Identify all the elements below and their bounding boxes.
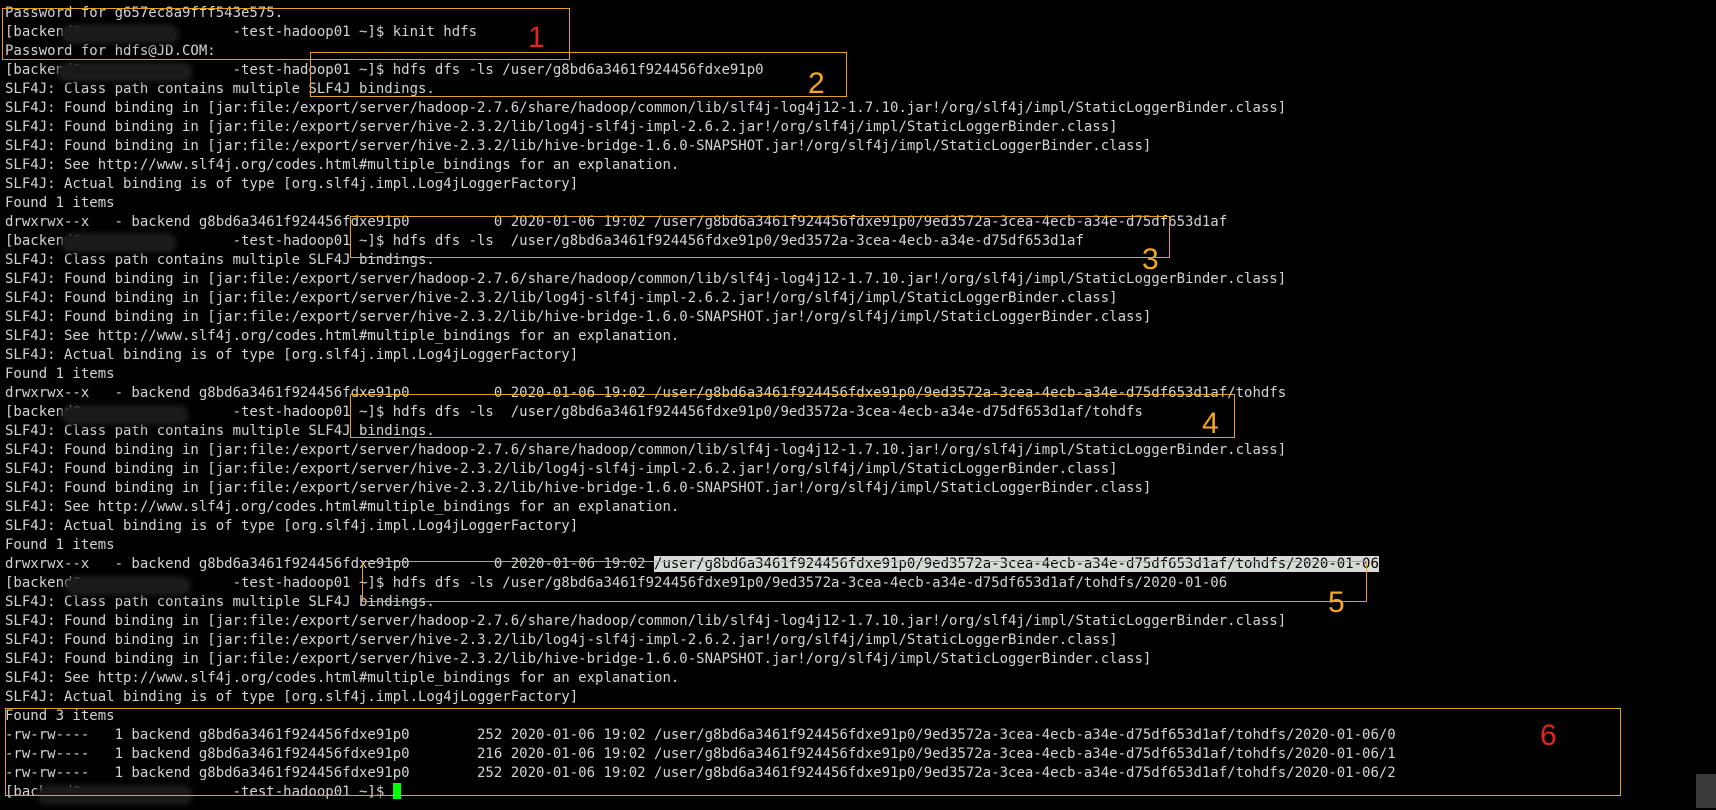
- terminal-line-text: Found 1 items: [5, 195, 115, 211]
- annotation-box-6: [5, 708, 1621, 796]
- terminal-line: SLF4J: Found binding in [jar:file:/expor…: [5, 612, 1396, 631]
- terminal-line-text: SLF4J: Found binding in [jar:file:/expor…: [5, 651, 1152, 667]
- terminal-line: SLF4J: Found binding in [jar:file:/expor…: [5, 460, 1396, 479]
- redaction-blur: [60, 65, 190, 79]
- terminal-line-text: SLF4J: Found binding in [jar:file:/expor…: [5, 138, 1152, 154]
- terminal-line: SLF4J: Actual binding is of type [org.sl…: [5, 517, 1396, 536]
- terminal-line-text: SLF4J: Actual binding is of type [org.sl…: [5, 176, 579, 192]
- redaction-blur: [64, 408, 186, 422]
- terminal-line: SLF4J: Found binding in [jar:file:/expor…: [5, 118, 1396, 137]
- terminal-line: SLF4J: Found binding in [jar:file:/expor…: [5, 99, 1396, 118]
- redaction-blur: [64, 236, 174, 250]
- terminal-line: Found 1 items: [5, 365, 1396, 384]
- terminal-line: SLF4J: Actual binding is of type [org.sl…: [5, 175, 1396, 194]
- terminal-line-text: SLF4J: Found binding in [jar:file:/expor…: [5, 100, 1287, 116]
- terminal-line-text: SLF4J: See http://www.slf4j.org/codes.ht…: [5, 670, 680, 686]
- terminal-line: Found 1 items: [5, 536, 1396, 555]
- terminal-line-text: Found 1 items: [5, 537, 115, 553]
- annotation-number-3: 3: [1142, 243, 1159, 276]
- terminal-line: SLF4J: See http://www.slf4j.org/codes.ht…: [5, 327, 1396, 346]
- scrollbar-thumb[interactable]: [1696, 774, 1716, 808]
- terminal-line-text: SLF4J: Found binding in [jar:file:/expor…: [5, 613, 1287, 629]
- terminal-line-text: SLF4J: See http://www.slf4j.org/codes.ht…: [5, 499, 680, 515]
- annotation-number-6: 6: [1540, 719, 1557, 752]
- terminal-line: SLF4J: Found binding in [jar:file:/expor…: [5, 650, 1396, 669]
- terminal-line-text: SLF4J: Found binding in [jar:file:/expor…: [5, 461, 1118, 477]
- terminal-window[interactable]: Password for g657ec8a9fff543e575. [backen…: [0, 0, 1716, 810]
- terminal-line: SLF4J: Actual binding is of type [org.sl…: [5, 346, 1396, 365]
- terminal-line: SLF4J: Found binding in [jar:file:/expor…: [5, 308, 1396, 327]
- terminal-line-text: SLF4J: Actual binding is of type [org.sl…: [5, 347, 579, 363]
- annotation-box-5: [362, 561, 1367, 602]
- terminal-line-text: SLF4J: Actual binding is of type [org.sl…: [5, 689, 579, 705]
- terminal-line: SLF4J: Found binding in [jar:file:/expor…: [5, 289, 1396, 308]
- terminal-line-text: Found 1 items: [5, 366, 115, 382]
- terminal-line-text: SLF4J: Found binding in [jar:file:/expor…: [5, 480, 1152, 496]
- terminal-line-text: SLF4J: Found binding in [jar:file:/expor…: [5, 442, 1287, 458]
- annotation-box-4: [350, 394, 1235, 438]
- terminal-line-text: SLF4J: See http://www.slf4j.org/codes.ht…: [5, 157, 680, 173]
- terminal-line: SLF4J: See http://www.slf4j.org/codes.ht…: [5, 669, 1396, 688]
- terminal-line-text: SLF4J: Actual binding is of type [org.sl…: [5, 518, 579, 534]
- terminal-line: SLF4J: Found binding in [jar:file:/expor…: [5, 137, 1396, 156]
- vertical-scrollbar[interactable]: [1696, 0, 1716, 810]
- annotation-number-1: 1: [528, 21, 545, 54]
- terminal-line-text: SLF4J: See http://www.slf4j.org/codes.ht…: [5, 328, 680, 344]
- terminal-line: Found 1 items: [5, 194, 1396, 213]
- annotation-number-2: 2: [808, 67, 825, 100]
- terminal-line: SLF4J: Actual binding is of type [org.sl…: [5, 688, 1396, 707]
- terminal-line-text: SLF4J: Found binding in [jar:file:/expor…: [5, 119, 1118, 135]
- annotation-box-3: [350, 216, 1170, 258]
- terminal-line: SLF4J: Found binding in [jar:file:/expor…: [5, 479, 1396, 498]
- annotation-number-5: 5: [1328, 586, 1345, 619]
- terminal-line-text: SLF4J: Found binding in [jar:file:/expor…: [5, 309, 1152, 325]
- terminal-line: SLF4J: Found binding in [jar:file:/expor…: [5, 441, 1396, 460]
- terminal-line: SLF4J: Found binding in [jar:file:/expor…: [5, 270, 1396, 289]
- annotation-box-2: [310, 52, 847, 97]
- terminal-line-text: SLF4J: Found binding in [jar:file:/expor…: [5, 632, 1118, 648]
- redaction-blur: [68, 579, 188, 593]
- terminal-line: SLF4J: Found binding in [jar:file:/expor…: [5, 631, 1396, 650]
- annotation-number-4: 4: [1202, 407, 1219, 440]
- terminal-line: SLF4J: See http://www.slf4j.org/codes.ht…: [5, 498, 1396, 517]
- terminal-line-text: SLF4J: Found binding in [jar:file:/expor…: [5, 290, 1118, 306]
- terminal-line-text: SLF4J: Found binding in [jar:file:/expor…: [5, 271, 1287, 287]
- terminal-line: SLF4J: See http://www.slf4j.org/codes.ht…: [5, 156, 1396, 175]
